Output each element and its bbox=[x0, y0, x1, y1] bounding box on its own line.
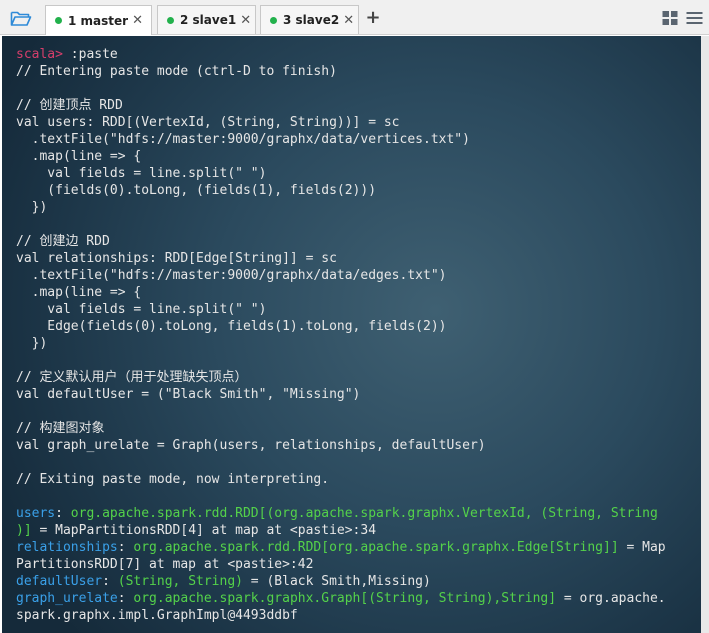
result-name: users bbox=[16, 506, 56, 521]
terminal-line: }) bbox=[16, 336, 48, 351]
terminal-line: val users: RDD[(VertexId, (String, Strin… bbox=[16, 115, 400, 130]
terminal-window: 1 master ✕ 2 slave1 ✕ 3 slave2 ✕ + scala… bbox=[0, 0, 709, 633]
result-line: spark.graphx.impl.GraphImpl@4493ddbf bbox=[16, 608, 298, 623]
terminal-line: val fields = line.split(" ") bbox=[16, 302, 267, 317]
result-value: = MapPartitionsRDD[4] at map at <pastie>… bbox=[31, 523, 377, 538]
result-line: defaultUser: (String, String) = (Black S… bbox=[16, 574, 431, 589]
terminal-line: // Entering paste mode (ctrl-D to finish… bbox=[16, 64, 337, 79]
connected-status-dot bbox=[167, 16, 174, 24]
result-type: org.apache.spark.rdd.RDD[org.apache.spar… bbox=[133, 540, 619, 555]
tab-label: 2 slave1 bbox=[180, 13, 237, 27]
terminal-line: val graph_urelate = Graph(users, relatio… bbox=[16, 438, 486, 453]
tab-master[interactable]: 1 master ✕ bbox=[45, 5, 152, 35]
result-line: users: org.apache.spark.rdd.RDD[(org.apa… bbox=[16, 506, 658, 521]
result-line: graph_urelate: org.apache.spark.graphx.G… bbox=[16, 591, 666, 606]
terminal-line: scala> :paste bbox=[16, 47, 118, 62]
new-tab-button[interactable]: + bbox=[363, 8, 383, 28]
terminal-line: // 定义默认用户（用于处理缺失顶点） bbox=[16, 370, 248, 385]
result-line: relationships: org.apache.spark.rdd.RDD[… bbox=[16, 540, 666, 555]
tab-slave1[interactable]: 2 slave1 ✕ bbox=[157, 5, 256, 34]
terminal-line: val defaultUser = ("Black Smith", "Missi… bbox=[16, 387, 361, 402]
grid-layout-icon bbox=[662, 11, 678, 25]
tab-label: 1 master bbox=[68, 13, 129, 28]
terminal-text: scala> :paste // Entering paste mode (ctr… bbox=[16, 46, 666, 624]
hamburger-menu-icon bbox=[686, 12, 703, 24]
result-type: )] bbox=[16, 523, 32, 538]
terminal-line: (fields(0).toLong, (fields(1), fields(2)… bbox=[16, 183, 377, 198]
terminal-line: val relationships: RDD[Edge[String]] = s… bbox=[16, 251, 337, 266]
terminal-line: val fields = line.split(" ") bbox=[16, 166, 267, 181]
close-icon[interactable]: ✕ bbox=[343, 14, 354, 27]
terminal-line: // 创建边 RDD bbox=[16, 234, 110, 249]
terminal-output[interactable]: scala> :paste // Entering paste mode (ctr… bbox=[2, 36, 701, 633]
menu-button[interactable] bbox=[686, 10, 703, 26]
result-line: )] = MapPartitionsRDD[4] at map at <past… bbox=[16, 522, 666, 539]
layout-button[interactable] bbox=[662, 10, 678, 26]
terminal-line: .map(line => { bbox=[16, 285, 142, 300]
connected-status-dot bbox=[270, 16, 277, 24]
result-type: (String, String) bbox=[117, 574, 243, 589]
result-value: = Map bbox=[618, 540, 666, 555]
result-name: relationships bbox=[16, 540, 118, 555]
open-folder-button[interactable] bbox=[8, 6, 34, 30]
result-value: = (Black Smith,Missing) bbox=[242, 574, 431, 589]
terminal-line: .textFile("hdfs://master:9000/graphx/dat… bbox=[16, 132, 470, 147]
folder-open-icon bbox=[10, 11, 32, 26]
result-name: graph_urelate bbox=[16, 591, 118, 606]
close-icon[interactable]: ✕ bbox=[240, 14, 251, 27]
terminal-line: .map(line => { bbox=[16, 149, 142, 164]
terminal-scrollbar[interactable] bbox=[701, 36, 709, 633]
terminal-line: // Exiting paste mode, now interpreting. bbox=[16, 472, 330, 487]
terminal-line: Edge(fields(0).toLong, fields(1).toLong,… bbox=[16, 319, 447, 334]
result-type: org.apache.spark.rdd.RDD[(org.apache.spa… bbox=[70, 506, 658, 521]
result-value: = org.apache. bbox=[556, 591, 666, 606]
close-icon[interactable]: ✕ bbox=[132, 14, 143, 27]
terminal-line: // 构建图对象 bbox=[16, 421, 105, 436]
result-line: PartitionsRDD[7] at map at <pastie>:42 bbox=[16, 557, 314, 572]
terminal-line: // 创建顶点 RDD bbox=[16, 98, 123, 113]
result-type: org.apache.spark.graphx.Graph[(String, S… bbox=[133, 591, 557, 606]
tab-slave2[interactable]: 3 slave2 ✕ bbox=[260, 5, 359, 34]
scala-prompt: scala> bbox=[16, 47, 63, 62]
tab-label: 3 slave2 bbox=[283, 13, 340, 27]
terminal-line: .textFile("hdfs://master:9000/graphx/dat… bbox=[16, 268, 447, 283]
tab-bar: 1 master ✕ 2 slave1 ✕ 3 slave2 ✕ + bbox=[0, 0, 709, 35]
connected-status-dot bbox=[55, 17, 62, 24]
result-name: defaultUser bbox=[16, 574, 103, 589]
terminal-line: }) bbox=[16, 200, 48, 215]
